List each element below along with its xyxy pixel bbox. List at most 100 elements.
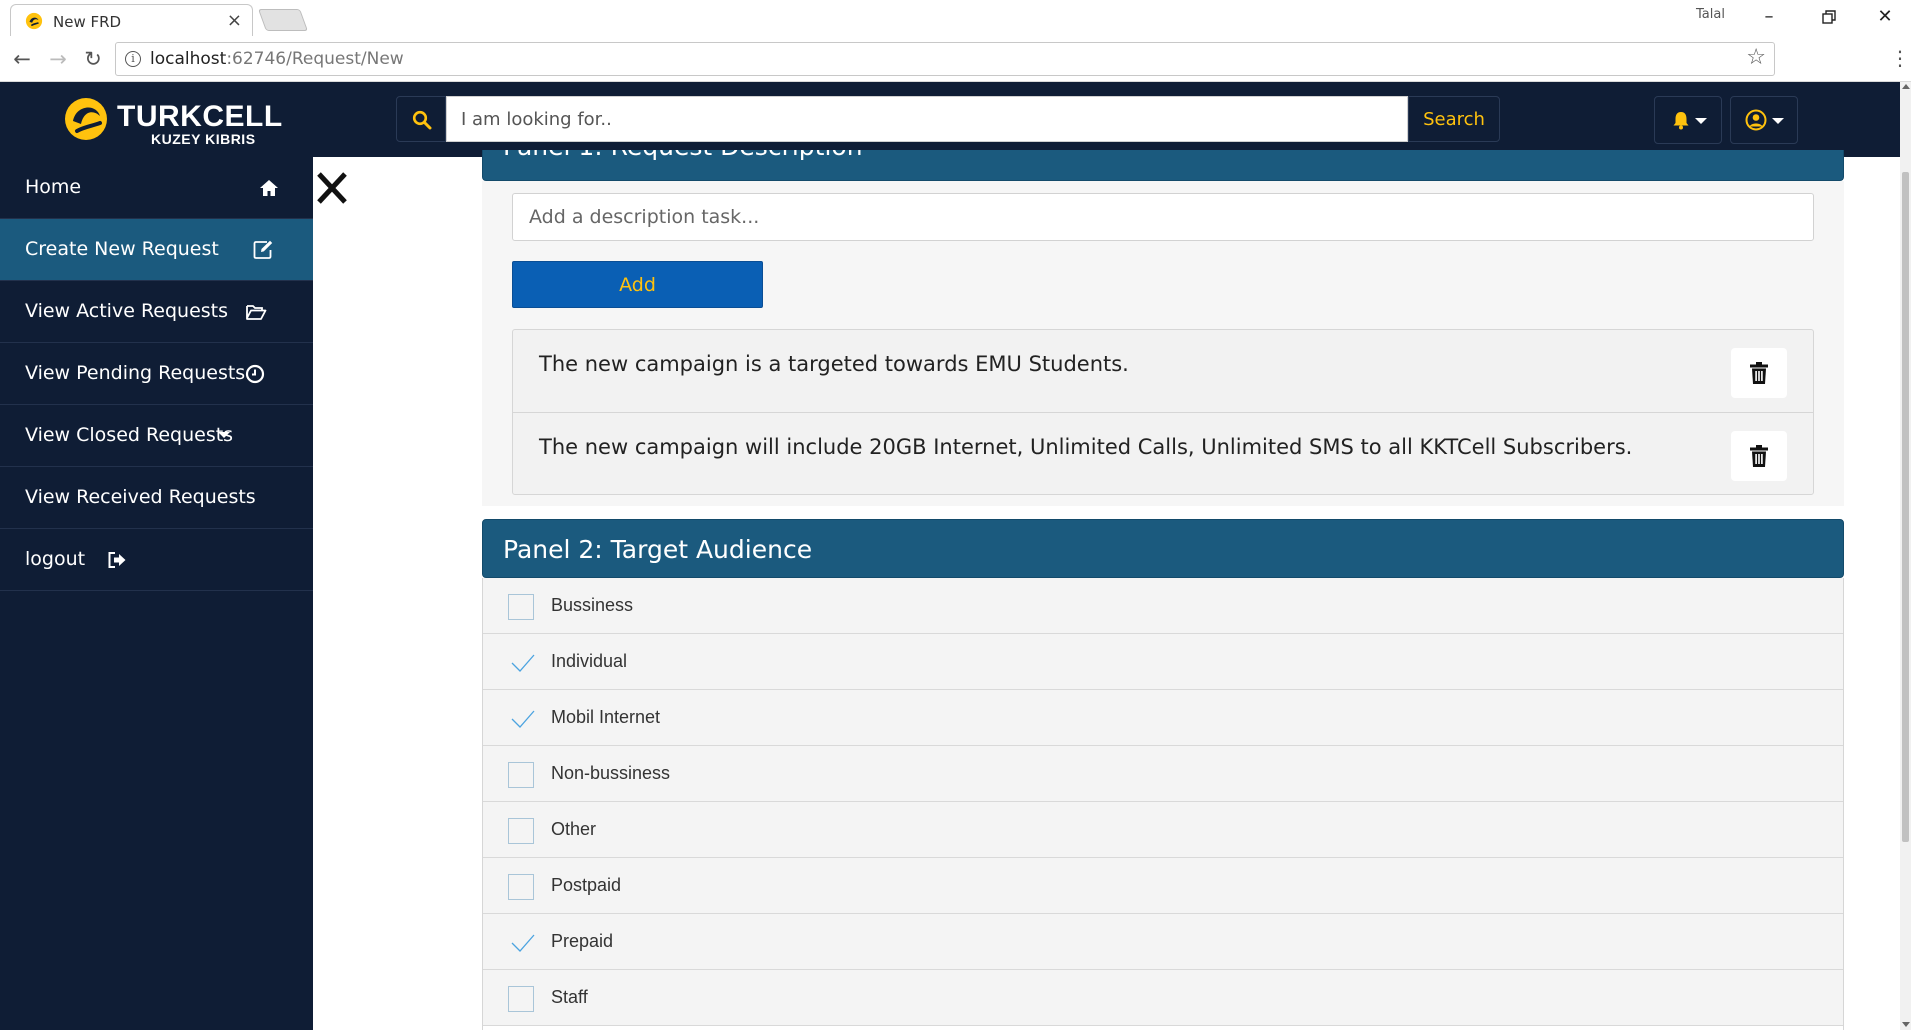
search-icon	[412, 110, 432, 130]
sidebar-item-create-new-request[interactable]: Create New Request	[0, 219, 313, 281]
trash-icon	[1750, 445, 1768, 467]
delete-task-button[interactable]	[1731, 348, 1787, 398]
panel1-body: Add The new campaign is a targeted towar…	[482, 181, 1844, 506]
sidebar-item-label: View Pending Requests	[25, 362, 246, 384]
option-label: Staff	[551, 987, 588, 1007]
caret-down-icon	[1772, 118, 1784, 124]
description-input[interactable]	[512, 193, 1814, 241]
task-text: The new campaign will include 20GB Inter…	[539, 435, 1633, 459]
checkbox[interactable]	[508, 706, 535, 732]
task-list: The new campaign is a targeted towards E…	[512, 329, 1814, 495]
close-icon[interactable]	[315, 170, 349, 206]
logo-subtitle: KUZEY KIBRIS	[151, 131, 256, 147]
search-button[interactable]: Search	[1408, 96, 1500, 142]
checkmark-icon	[511, 934, 535, 952]
audience-option-individual[interactable]: Individual	[483, 634, 1843, 690]
turkcell-logo-mark-icon	[65, 98, 107, 140]
minimize-icon[interactable]: –	[1746, 4, 1792, 30]
checkbox[interactable]	[508, 818, 534, 844]
turkcell-favicon-icon	[25, 12, 43, 30]
search-bar: Search	[396, 96, 1502, 142]
user-menu-button[interactable]	[1730, 96, 1798, 144]
scroll-up-icon[interactable]	[1902, 84, 1910, 89]
checkbox[interactable]	[508, 650, 535, 676]
browser-tabstrip: New FRD × Talal – ✕	[0, 0, 1911, 36]
panel1-header: Panel 1: Request Description	[482, 150, 1844, 181]
bookmark-star-icon[interactable]: ☆	[1746, 45, 1766, 70]
scroll-down-icon[interactable]	[1902, 1022, 1910, 1027]
sidebar-item-home[interactable]: Home	[0, 157, 313, 219]
caret-down-icon	[218, 432, 230, 438]
scroll-thumb[interactable]	[1902, 172, 1909, 842]
audience-option-bussiness[interactable]: Bussiness	[483, 578, 1843, 634]
checkbox[interactable]	[508, 594, 534, 620]
sidebar-item-label: View Received Requests	[25, 486, 256, 508]
panel2-header: Panel 2: Target Audience	[482, 519, 1844, 578]
checkmark-icon	[511, 710, 535, 728]
audience-option-non-bussiness[interactable]: Non-bussiness	[483, 746, 1843, 802]
back-arrow-icon[interactable]: ←	[8, 45, 36, 73]
search-input[interactable]	[446, 96, 1408, 142]
reload-icon[interactable]: ↻	[79, 45, 107, 73]
sidebar-item-view-closed-requests[interactable]: View Closed Requests	[0, 405, 313, 467]
clock-icon	[245, 364, 265, 384]
option-label: Non-bussiness	[551, 763, 671, 783]
notifications-button[interactable]	[1654, 96, 1722, 144]
add-button[interactable]: Add	[512, 261, 763, 308]
option-label: Other	[551, 819, 597, 839]
home-icon	[260, 180, 278, 196]
app-header: TURKCELL KUZEY KIBRIS Search	[0, 82, 1900, 157]
sidebar-item-label: logout	[25, 548, 86, 570]
option-label: Individual	[551, 651, 628, 671]
sidebar-item-label: View Active Requests	[25, 300, 229, 322]
search-addon[interactable]	[396, 96, 446, 142]
bell-icon	[1673, 112, 1689, 130]
checkmark-icon	[511, 654, 535, 672]
profile-name[interactable]: Talal	[1696, 7, 1725, 22]
folder-open-icon	[246, 305, 267, 320]
address-bar[interactable]: i localhost:62746/Request/New ☆	[115, 42, 1775, 76]
checkbox[interactable]	[508, 986, 534, 1012]
sign-out-icon	[108, 552, 126, 568]
browser-menu-icon[interactable]: ⋮	[1890, 46, 1910, 70]
page-scrollbar[interactable]	[1900, 82, 1911, 1030]
delete-task-button[interactable]	[1731, 431, 1787, 481]
sidebar-item-view-active-requests[interactable]: View Active Requests	[0, 281, 313, 343]
audience-option-other[interactable]: Other	[483, 802, 1843, 858]
checkbox[interactable]	[508, 930, 535, 956]
list-item: The new campaign will include 20GB Inter…	[513, 412, 1813, 494]
sidebar-item-label: View Closed Requests	[25, 424, 234, 446]
new-tab-button[interactable]	[257, 9, 309, 31]
info-icon[interactable]: i	[125, 51, 141, 67]
turkcell-logo[interactable]: TURKCELL KUZEY KIBRIS	[64, 96, 282, 147]
option-label: Mobil Internet	[551, 707, 661, 727]
url-text[interactable]: localhost:62746/Request/New	[150, 49, 404, 69]
sidebar-item-view-received-requests[interactable]: View Received Requests	[0, 467, 313, 529]
browser-tab[interactable]: New FRD ×	[10, 4, 253, 36]
window-close-icon[interactable]: ✕	[1862, 4, 1908, 30]
tab-close-icon[interactable]: ×	[227, 10, 242, 31]
restore-icon[interactable]	[1806, 4, 1852, 30]
logo-text: TURKCELL	[117, 100, 283, 133]
sidebar-item-label: Home	[25, 176, 82, 198]
panel2-title: Panel 2: Target Audience	[503, 535, 813, 564]
tab-title: New FRD	[53, 13, 122, 31]
option-label: Bussiness	[551, 595, 634, 615]
sidebar: Home Create New Request View Active Requ…	[0, 157, 313, 1030]
option-label: Prepaid	[551, 931, 614, 951]
audience-option-staff[interactable]: Staff	[483, 970, 1843, 1026]
sidebar-item-view-pending-requests[interactable]: View Pending Requests	[0, 343, 313, 405]
browser-toolbar: ← → ↻ i localhost:62746/Request/New ☆ ⋮	[0, 36, 1911, 82]
option-label: Postpaid	[551, 875, 622, 895]
target-audience-list: Bussiness Individual Mobil Internet Non-…	[482, 578, 1844, 1030]
audience-option-postpaid[interactable]: Postpaid	[483, 858, 1843, 914]
audience-option-mobil-internet[interactable]: Mobil Internet	[483, 690, 1843, 746]
forward-arrow-icon[interactable]: →	[44, 45, 72, 73]
user-circle-icon	[1745, 109, 1767, 131]
task-text: The new campaign is a targeted towards E…	[539, 352, 1129, 376]
sidebar-item-logout[interactable]: logout	[0, 529, 313, 591]
checkbox[interactable]	[508, 762, 534, 788]
sidebar-item-label: Create New Request	[25, 238, 219, 260]
audience-option-prepaid[interactable]: Prepaid	[483, 914, 1843, 970]
checkbox[interactable]	[508, 874, 534, 900]
